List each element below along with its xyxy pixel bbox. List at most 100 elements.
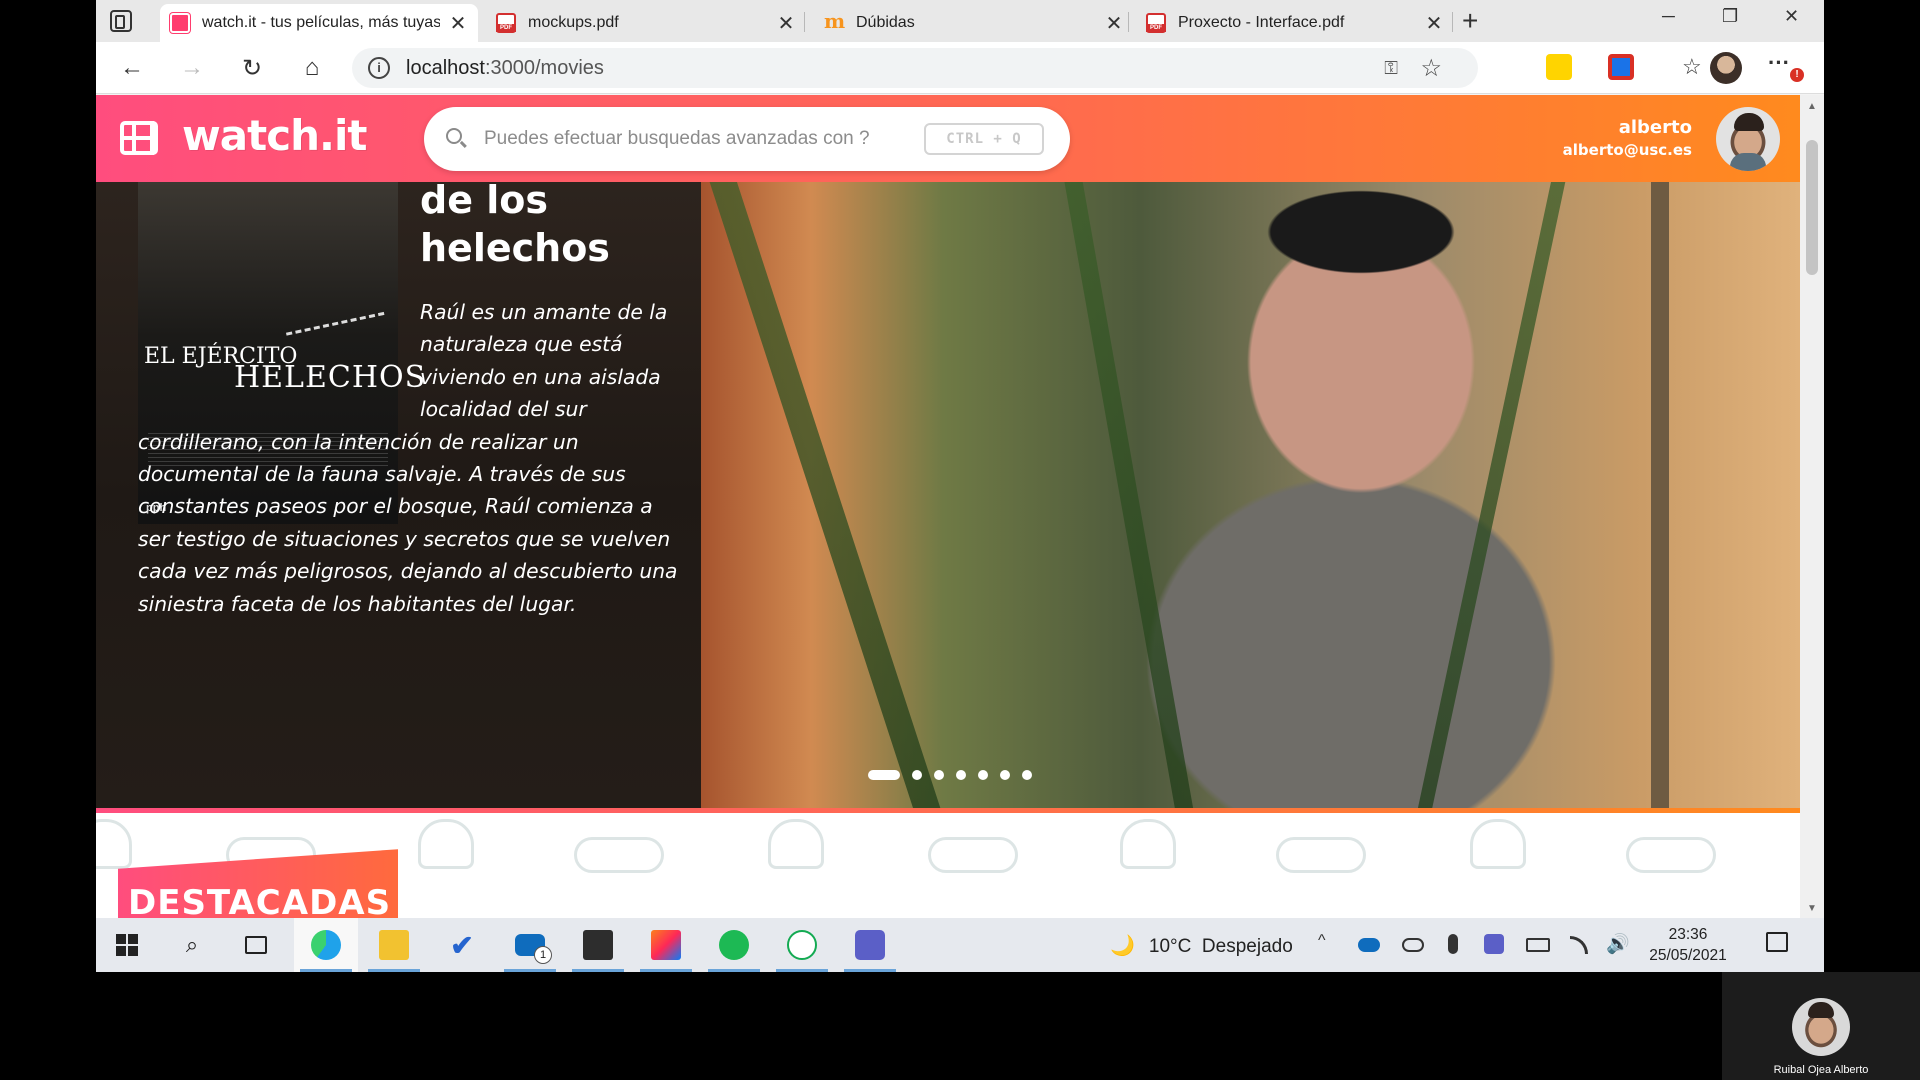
new-tab-button[interactable]: + <box>1462 7 1478 35</box>
wifi-icon[interactable] <box>1570 936 1588 954</box>
site-logo[interactable]: watch.it <box>182 111 367 160</box>
film-logo-icon[interactable] <box>120 121 158 155</box>
reload-button[interactable]: ↻ <box>238 54 266 82</box>
file-explorer-icon <box>379 930 409 960</box>
notification-center-icon[interactable] <box>1766 932 1788 952</box>
hotdog-pattern-icon <box>574 837 664 873</box>
carousel-indicators <box>868 770 1032 780</box>
taskbar-intellij[interactable] <box>634 918 698 972</box>
burger-pattern-icon <box>1120 819 1176 869</box>
carousel-dot[interactable] <box>978 770 988 780</box>
taskbar-edge[interactable] <box>294 918 358 972</box>
teams-tray-icon[interactable] <box>1484 934 1504 954</box>
tab-mockups[interactable]: mockups.pdf ✕ <box>486 4 806 42</box>
tab-proxecto[interactable]: Proxecto - Interface.pdf ✕ <box>1136 4 1454 42</box>
weather-condition: Despejado <box>1201 936 1293 957</box>
site-info-icon[interactable]: i <box>368 57 390 79</box>
user-email: alberto@usc.es <box>1562 141 1692 159</box>
taskbar-terminal[interactable] <box>566 918 630 972</box>
burger-pattern-icon <box>418 819 474 869</box>
system-clock[interactable]: 23:36 25/05/2021 <box>1644 924 1732 966</box>
page-scrollbar[interactable]: ▲ ▼ <box>1800 95 1824 918</box>
featured-section: DESTACADAS <box>96 813 1800 918</box>
tab-watchit[interactable]: watch.it - tus películas, más tuyas que … <box>160 4 478 42</box>
url-host: localhost <box>406 57 485 79</box>
tab-actions-icon[interactable] <box>110 10 132 32</box>
taskbar-file-explorer[interactable] <box>362 918 426 972</box>
task-view-button[interactable] <box>224 918 288 972</box>
taskbar-mongodb-compass[interactable] <box>770 918 834 972</box>
meeting-participant-tile: Ruibal Ojea Alberto <box>1722 972 1920 1080</box>
fern-shape <box>1060 182 1200 808</box>
mongodb-compass-icon <box>787 930 817 960</box>
moon-icon: 🌙 <box>1110 935 1135 957</box>
volume-icon[interactable]: 🔊 <box>1606 932 1630 956</box>
password-key-icon[interactable]: ⚿ <box>1384 58 1398 79</box>
scrollbar-thumb[interactable] <box>1806 140 1818 275</box>
profile-avatar[interactable] <box>1710 52 1742 84</box>
clock-time: 23:36 <box>1668 926 1708 943</box>
battery-icon[interactable] <box>1526 938 1550 952</box>
terminal-icon <box>583 930 613 960</box>
hotdog-pattern-icon <box>1276 837 1366 873</box>
tab-title: Proxecto - Interface.pdf <box>1178 14 1345 31</box>
cloud-icon[interactable] <box>1402 938 1424 952</box>
navigation-bar: ← → ↻ ⌂ i localhost:3000/movies ⚿ ☆ ☆ ··… <box>96 42 1824 94</box>
carousel-dot[interactable] <box>956 770 966 780</box>
scroll-down-icon[interactable]: ▼ <box>1807 903 1817 914</box>
close-tab-icon[interactable]: ✕ <box>1104 11 1124 36</box>
carousel-dot[interactable] <box>934 770 944 780</box>
restore-button[interactable]: ❐ <box>1722 6 1738 27</box>
forward-button[interactable]: → <box>178 54 206 82</box>
carousel-dot[interactable] <box>1000 770 1010 780</box>
tab-dubidas[interactable]: Dúbidas ✕ <box>814 4 1134 42</box>
extension-bitwarden-icon[interactable] <box>1608 54 1634 80</box>
url-text[interactable]: localhost:3000/movies <box>406 57 604 80</box>
weather-widget[interactable]: 🌙 10°C Despejado <box>1110 933 1293 958</box>
teams-icon <box>855 930 885 960</box>
taskbar-todo[interactable]: ✔ <box>430 918 494 972</box>
close-window-button[interactable]: ✕ <box>1784 6 1799 27</box>
pdf-icon <box>496 13 516 33</box>
close-tab-icon[interactable]: ✕ <box>448 11 468 36</box>
taskbar-mail[interactable]: 1 <box>498 918 562 972</box>
more-menu-icon[interactable]: ··· <box>1768 50 1790 76</box>
address-bar[interactable]: i localhost:3000/movies ⚿ ☆ <box>352 48 1478 88</box>
taskbar-spotify[interactable] <box>702 918 766 972</box>
poster-float-spacer <box>138 182 420 412</box>
tray-chevron-icon[interactable]: ^ <box>1318 932 1326 950</box>
back-button[interactable]: ← <box>118 54 146 82</box>
search-input[interactable] <box>484 123 904 155</box>
start-button[interactable] <box>96 918 160 972</box>
close-tab-icon[interactable]: ✕ <box>776 11 796 36</box>
burger-pattern-icon <box>1470 819 1526 869</box>
user-avatar[interactable] <box>1716 107 1780 171</box>
hero-carousel[interactable]: EL EJÉRCITO HELECHOS pph de los helechos… <box>96 182 1800 808</box>
onedrive-icon[interactable] <box>1358 938 1380 952</box>
carousel-dot[interactable] <box>868 770 900 780</box>
carousel-dot[interactable] <box>1022 770 1032 780</box>
search-bar[interactable]: CTRL + Q <box>424 107 1070 171</box>
home-button[interactable]: ⌂ <box>298 54 326 82</box>
favorites-icon[interactable]: ☆ <box>1682 54 1702 80</box>
participant-avatar <box>1792 998 1850 1056</box>
close-tab-icon[interactable]: ✕ <box>1424 11 1444 36</box>
movie-title: de los helechos <box>420 182 610 270</box>
keyboard-shortcut-hint: CTRL + Q <box>924 123 1044 155</box>
search-button[interactable]: ⌕ <box>160 918 224 972</box>
scroll-up-icon[interactable]: ▲ <box>1807 101 1817 112</box>
carousel-dot[interactable] <box>912 770 922 780</box>
extension-keep-icon[interactable] <box>1546 54 1572 80</box>
url-path: :3000/movies <box>484 57 604 79</box>
search-icon: ⌕ <box>185 932 199 957</box>
add-favorite-icon[interactable]: ☆ <box>1420 54 1442 83</box>
intellij-icon <box>651 930 681 960</box>
taskbar-teams[interactable] <box>838 918 902 972</box>
notification-badge: ! <box>1790 68 1804 82</box>
minimize-button[interactable]: ─ <box>1662 6 1675 27</box>
microphone-icon[interactable] <box>1448 934 1458 954</box>
tab-strip: watch.it - tus películas, más tuyas que … <box>96 0 1824 42</box>
tab-title: mockups.pdf <box>528 14 619 31</box>
fern-shape <box>1408 182 1568 808</box>
user-name: alberto <box>1618 117 1692 138</box>
